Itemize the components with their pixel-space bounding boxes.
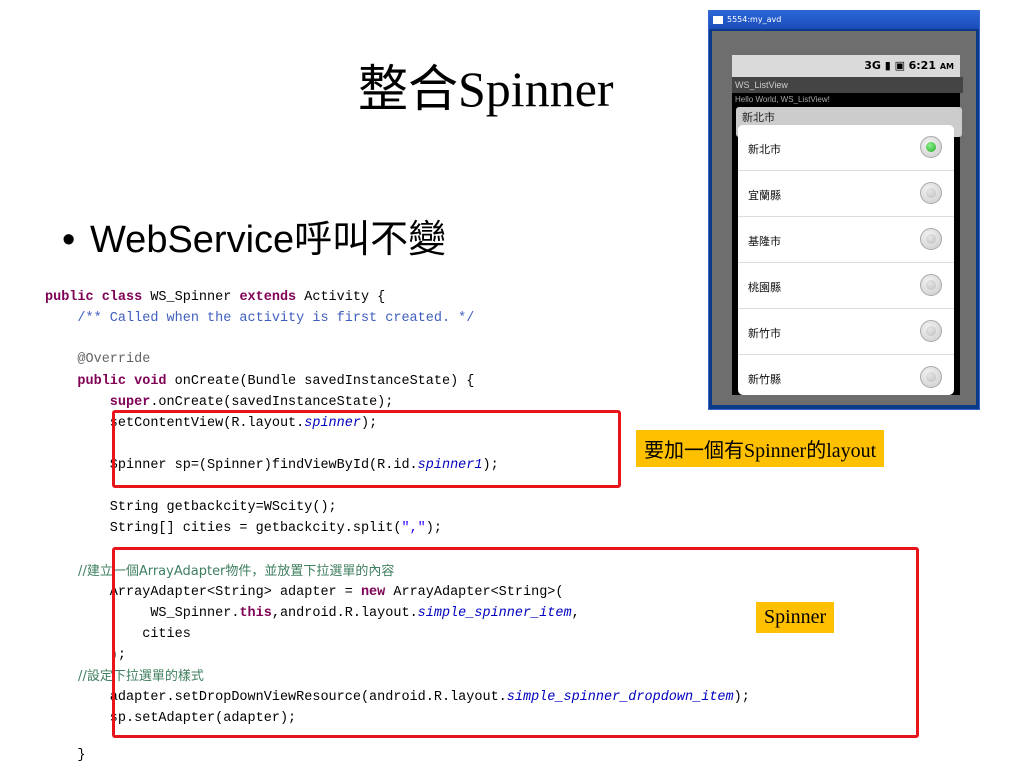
callout-spinner-note: Spinner bbox=[756, 602, 835, 633]
spinner-option[interactable]: 桃園縣 bbox=[738, 263, 954, 309]
code-line: String[] cities = getbackcity.split(",")… bbox=[45, 521, 442, 536]
spinner-option[interactable]: 新北市 bbox=[738, 125, 954, 171]
code-line: public void onCreate(Bundle savedInstanc… bbox=[45, 374, 475, 389]
signal-icon: 3G ▮ ▣ bbox=[864, 59, 905, 72]
code-line: @Override bbox=[45, 352, 151, 367]
code-line: public class WS_Spinner extends Activity… bbox=[45, 290, 386, 305]
app-title-bar: WS_ListView bbox=[732, 77, 963, 93]
highlight-box-layout bbox=[112, 410, 621, 488]
spinner-dropdown-dialog: 新北市 宜蘭縣 基隆市 桃園縣 新竹市 新竹縣 bbox=[738, 125, 954, 395]
bullet-text: WebService呼叫不變 bbox=[90, 219, 447, 261]
emulator-frame: 3G ▮ ▣ 6:21 AM WS_ListView Hello World, … bbox=[712, 31, 976, 405]
phone-screen: 3G ▮ ▣ 6:21 AM WS_ListView Hello World, … bbox=[732, 55, 963, 395]
spinner-option[interactable]: 基隆市 bbox=[738, 217, 954, 263]
emulator-title-bar: 5554:my_avd bbox=[709, 11, 979, 29]
status-bar: 3G ▮ ▣ 6:21 AM bbox=[732, 55, 960, 77]
radio-icon[interactable] bbox=[920, 320, 942, 342]
bullet-item: • WebService呼叫不變 bbox=[62, 208, 446, 263]
emulator-window: 5554:my_avd 3G ▮ ▣ 6:21 AM WS_ListView H… bbox=[708, 10, 980, 410]
code-line: String getbackcity=WScity(); bbox=[45, 500, 337, 515]
callout-layout-note: 要加一個有Spinner的layout bbox=[636, 430, 885, 467]
radio-icon[interactable] bbox=[920, 182, 942, 204]
spinner-option[interactable]: 新竹市 bbox=[738, 309, 954, 355]
emulator-title: 5554:my_avd bbox=[727, 15, 782, 24]
radio-icon[interactable] bbox=[920, 274, 942, 296]
code-line: /** Called when the activity is first cr… bbox=[45, 311, 475, 326]
radio-icon[interactable] bbox=[920, 366, 942, 388]
radio-checked-icon[interactable] bbox=[920, 136, 942, 158]
radio-icon[interactable] bbox=[920, 228, 942, 250]
spinner-option[interactable]: 新竹縣 bbox=[738, 355, 954, 395]
code-block: public class WS_Spinner extends Activity… bbox=[0, 0, 750, 763]
hello-text: Hello World, WS_ListView! bbox=[735, 95, 830, 104]
clock: 6:21 AM bbox=[908, 59, 954, 72]
slide-title: 整合Spinner bbox=[358, 61, 614, 117]
spinner-option[interactable]: 宜蘭縣 bbox=[738, 171, 954, 217]
window-icon bbox=[713, 15, 723, 24]
code-line: } bbox=[45, 748, 86, 763]
highlight-box-adapter bbox=[112, 547, 919, 738]
bullet-marker: • bbox=[62, 219, 76, 261]
